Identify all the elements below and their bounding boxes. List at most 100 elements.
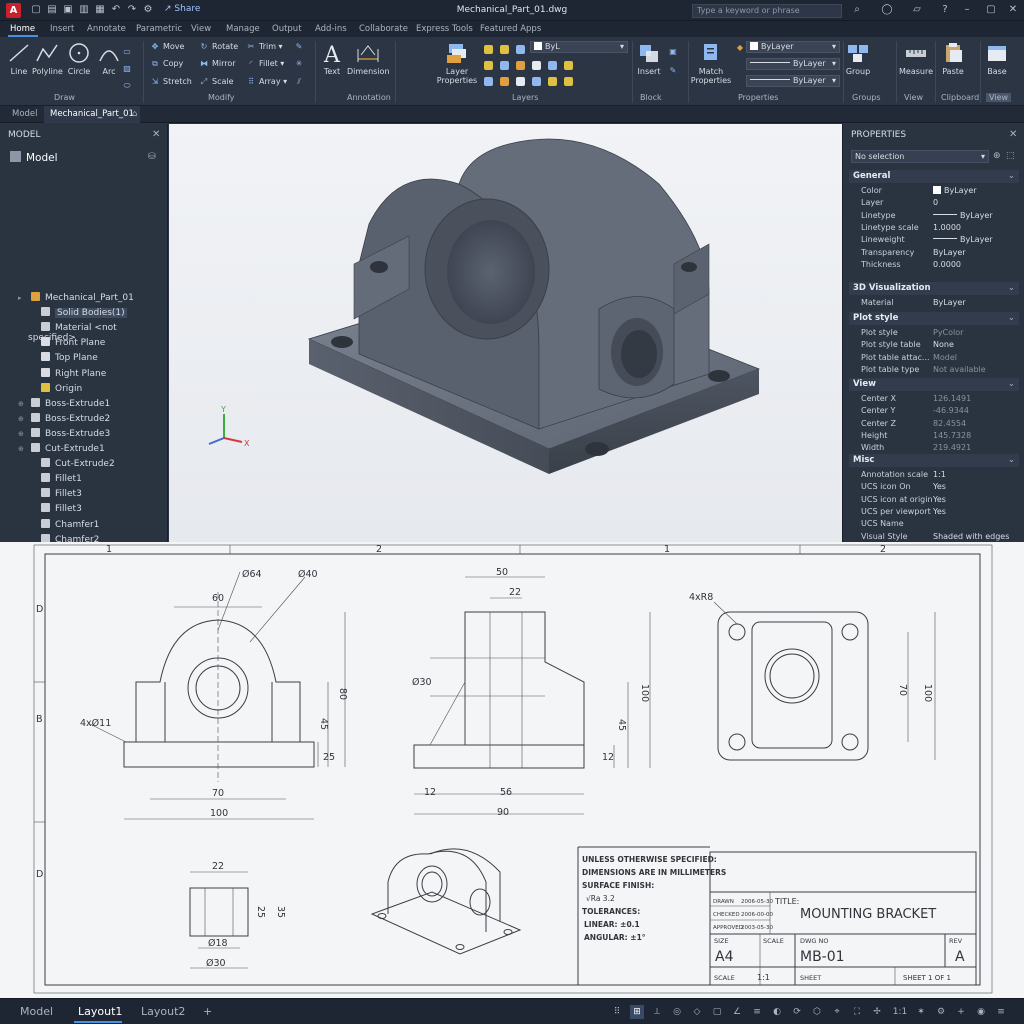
rotate-tool[interactable]: ↻ Rotate	[199, 41, 239, 53]
tree-item[interactable]: Front Plane	[28, 337, 105, 351]
layer-state-icon[interactable]	[500, 77, 509, 86]
panel-title-clipboard[interactable]: Clipboard	[941, 93, 979, 102]
lineweight-icon[interactable]: ≡	[750, 1005, 764, 1019]
expand-icon[interactable]: ⊕	[18, 400, 27, 408]
property-row[interactable]: Plot table attac... Model	[861, 353, 1019, 365]
osnap-icon[interactable]: ▢	[710, 1005, 724, 1019]
layer-state-icon[interactable]	[516, 45, 525, 54]
panel-title-properties[interactable]: Properties	[738, 93, 778, 102]
tab-express-tools[interactable]: Express Tools	[416, 24, 473, 34]
modify-extra-3[interactable]: ⫽	[294, 76, 307, 88]
panel-title-layers[interactable]: Layers	[512, 93, 538, 102]
base-view-tool[interactable]: Base	[984, 41, 1010, 76]
layer-state-icon[interactable]	[564, 61, 573, 70]
move-tool[interactable]: ✥ Move	[150, 41, 185, 53]
dimension-tool[interactable]: Dimension	[347, 41, 390, 76]
property-section-misc[interactable]: Misc ⌄	[849, 454, 1019, 467]
modify-extra-1[interactable]: ✎	[294, 41, 307, 53]
property-row[interactable]: Thickness 0.0000	[861, 260, 1019, 272]
3d-viewport[interactable]: Y X	[169, 124, 842, 542]
search-icon[interactable]: ⌕	[850, 3, 864, 17]
tab-view[interactable]: View	[191, 24, 211, 34]
color-combo[interactable]: ByLayer ▾	[746, 41, 840, 53]
tree-item[interactable]: Cut-Extrude2	[28, 458, 115, 472]
tab-output[interactable]: Output	[272, 24, 302, 34]
transparency-icon[interactable]: ◐	[770, 1005, 784, 1019]
property-row[interactable]: Transparency ByLayer	[861, 248, 1019, 260]
doc-tab-model[interactable]: Model	[6, 106, 44, 123]
tab-collaborate[interactable]: Collaborate	[359, 24, 408, 34]
dynamic-ucs-icon[interactable]: ⌖	[830, 1005, 844, 1019]
modify-extra-2[interactable]: ✳	[294, 58, 307, 70]
tree-item[interactable]: Chamfer1	[28, 518, 99, 533]
panel-title-annotation[interactable]: Annotation	[347, 93, 391, 102]
expand-icon[interactable]: ⊕	[18, 430, 27, 438]
layout-tab-layout2[interactable]: Layout2	[141, 1005, 185, 1018]
panel-title-view[interactable]: View	[986, 93, 1011, 102]
layer-state-icon[interactable]	[548, 61, 557, 70]
drawing-sheet[interactable]: 1 2 1 2 D B D Ø64 Ø40 60 4xØ11 80 45 25 …	[0, 542, 1024, 998]
layer-state-icon[interactable]	[516, 61, 525, 70]
property-row[interactable]: UCS icon at origin Yes	[861, 495, 1019, 507]
tree-item[interactable]: ⊕ Boss-Extrude2	[18, 412, 110, 427]
tab-manage[interactable]: Manage	[226, 24, 260, 34]
layer-properties-tool[interactable]: Layer Properties	[436, 41, 478, 85]
tab-featured-apps[interactable]: Featured Apps	[480, 24, 541, 34]
tree-root[interactable]: Model	[10, 151, 58, 164]
expand-icon[interactable]: ⊕	[18, 415, 27, 423]
array-tool[interactable]: ⠿ Array ▾	[246, 76, 287, 88]
property-row[interactable]: Plot style table None	[861, 340, 1019, 352]
property-row[interactable]: Layer 0	[861, 198, 1019, 210]
property-row[interactable]: Color ByLayer	[861, 186, 1019, 198]
property-row[interactable]: Plot style PyColor	[861, 328, 1019, 340]
text-tool[interactable]: A Text	[319, 41, 345, 76]
tree-item[interactable]: Fillet3	[28, 488, 82, 502]
property-row[interactable]: UCS Name	[861, 519, 1019, 531]
close-icon[interactable]: ✕	[1006, 3, 1020, 17]
block-extra-1[interactable]: ▣	[668, 46, 681, 58]
layer-state-icon[interactable]	[516, 77, 525, 86]
block-extra-2[interactable]: ✎	[668, 65, 681, 77]
property-row[interactable]: Center X 126.1491	[861, 394, 1019, 406]
tree-item[interactable]: ▸ Mechanical_Part_01	[18, 292, 134, 306]
tab-insert[interactable]: Insert	[50, 24, 74, 34]
tree-item[interactable]: Right Plane	[28, 367, 106, 382]
tree-item[interactable]: Top Plane	[28, 352, 98, 366]
insert-tool[interactable]: Insert	[636, 41, 662, 76]
arc-tool[interactable]: Arc	[96, 41, 122, 76]
layout-tab-layout1[interactable]: Layout1	[78, 1005, 122, 1018]
property-row[interactable]: Linetype ByLayer	[861, 211, 1019, 223]
expand-icon[interactable]: ▸	[18, 294, 27, 302]
annotation-visibility-icon[interactable]: ✶	[914, 1005, 928, 1019]
tree-item[interactable]: Solid Bodies(1)	[28, 307, 127, 321]
panel-title-block[interactable]: Block	[640, 93, 662, 102]
layer-state-icon[interactable]	[564, 77, 573, 86]
property-row[interactable]: UCS per viewport Yes	[861, 507, 1019, 519]
line-tool[interactable]: Line	[6, 41, 32, 76]
panel-title-draw[interactable]: Draw	[54, 93, 75, 102]
grid-icon[interactable]: ⠿	[610, 1005, 624, 1019]
ortho-icon[interactable]: ⟂	[650, 1005, 664, 1019]
draw-extra-1[interactable]: ▭	[122, 46, 135, 58]
property-row[interactable]: UCS icon On Yes	[861, 482, 1019, 494]
property-row[interactable]: Height 145.7328	[861, 431, 1019, 443]
annotation-monitor-icon[interactable]: +	[954, 1005, 968, 1019]
match-properties-tool[interactable]: Match Properties	[690, 41, 732, 85]
tree-item[interactable]: Origin	[28, 382, 82, 397]
tree-item[interactable]: Fillet1	[28, 473, 82, 487]
close-icon[interactable]: ✕	[152, 129, 160, 140]
panel-title-utilities[interactable]: View	[904, 93, 923, 102]
panel-title-modify[interactable]: Modify	[208, 93, 235, 102]
maximize-icon[interactable]: ▢	[984, 3, 998, 17]
workspace-switch-icon[interactable]: ⚙	[934, 1005, 948, 1019]
stretch-tool[interactable]: ⇲ Stretch	[150, 76, 192, 88]
tab-add-ins[interactable]: Add-ins	[315, 24, 347, 34]
tree-item[interactable]: ⊕ Cut-Extrude1	[18, 443, 105, 457]
group-tool[interactable]: Group	[845, 41, 871, 76]
property-row[interactable]: Plot table type Not available	[861, 365, 1019, 377]
circle-tool[interactable]: Circle	[66, 41, 92, 76]
annotation-scale[interactable]: 1:1	[888, 1005, 912, 1019]
scale-tool[interactable]: ⤢ Scale	[199, 76, 234, 88]
layer-state-icon[interactable]	[500, 45, 509, 54]
copy-tool[interactable]: ⧉ Copy	[150, 58, 183, 70]
